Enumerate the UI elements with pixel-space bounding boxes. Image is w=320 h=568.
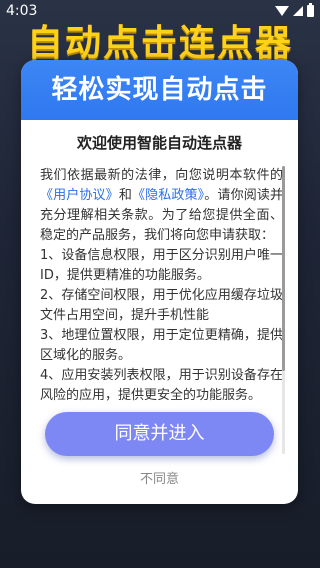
- dialog-body: 我们依据最新的法律，向您说明本软件的《用户协议》和《隐私政策》。请你阅读并充分理…: [40, 166, 283, 406]
- privacy-policy-link[interactable]: 《隐私政策》: [132, 188, 204, 203]
- dialog-header: 轻松实现自动点击: [21, 60, 298, 120]
- battery-icon: [307, 3, 314, 17]
- dialog-title: 欢迎使用智能自动连点器: [76, 134, 242, 152]
- dialog-body-scroll[interactable]: 我们依据最新的法律，向您说明本软件的《用户协议》和《隐私政策》。请你阅读并充分理…: [40, 166, 283, 454]
- permission-item-3: 3、地理位置权限，用于定位更精确，提供区域化的服务。: [40, 328, 283, 363]
- scrollbar-thumb[interactable]: [282, 166, 285, 371]
- signal-icon: [293, 6, 303, 16]
- privacy-dialog: 轻松实现自动点击 欢迎使用智能自动连点器 我们依据最新的法律，向您说明本软件的《…: [21, 60, 298, 504]
- and-text: 和: [118, 188, 132, 203]
- permission-item-2: 2、存储空间权限，用于优化应用缓存垃圾文件占用空间，提升手机性能: [40, 288, 283, 323]
- user-agreement-link[interactable]: 《用户协议》: [40, 188, 119, 203]
- wifi-icon: [275, 6, 289, 16]
- intro-text: 我们依据最新的法律，向您说明本软件的: [40, 168, 283, 183]
- status-icons: [275, 3, 314, 17]
- permission-item-1: 1、设备信息权限，用于区分识别用户唯一ID，提供更精准的功能服务。: [40, 248, 283, 283]
- agree-button[interactable]: 同意并进入: [45, 412, 274, 456]
- status-time: 4:03: [6, 3, 38, 19]
- disagree-button[interactable]: 不同意: [21, 468, 298, 487]
- scrollbar[interactable]: [282, 166, 285, 454]
- permission-item-4: 4、应用安装列表权限，用于识别设备存在风险的应用，提供更安全的功能服务。: [40, 368, 283, 403]
- status-bar: 4:03: [0, 0, 320, 24]
